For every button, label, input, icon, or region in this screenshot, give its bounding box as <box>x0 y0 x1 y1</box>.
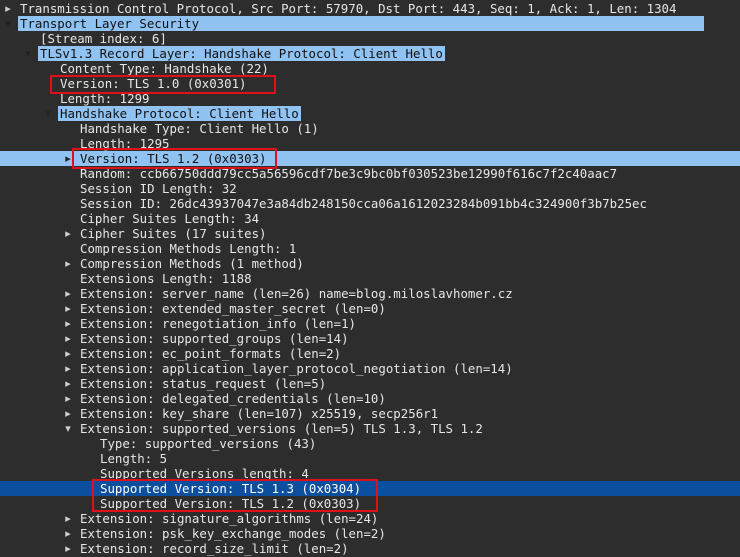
tree-row-content-type[interactable]: Content Type: Handshake (22) <box>0 61 740 76</box>
tree-row-label: TLSv1.3 Record Layer: Handshake Protocol… <box>38 46 445 61</box>
tree-row-label: Extension: signature_algorithms (len=24) <box>80 511 379 526</box>
tree-row-label: Compression Methods Length: 1 <box>80 241 297 256</box>
tree-row-handshake-protocol[interactable]: Handshake Protocol: Client Hello <box>0 106 740 121</box>
tree-row-label: Extension: supported_versions (len=5) TL… <box>80 421 483 436</box>
tree-row-ext-signature-algorithms[interactable]: Extension: signature_algorithms (len=24) <box>0 511 740 526</box>
tree-row-compression-methods-length[interactable]: Compression Methods Length: 1 <box>0 241 740 256</box>
expand-arrow-icon[interactable] <box>62 541 74 556</box>
tree-row-label: Length: 1295 <box>80 136 170 151</box>
tree-row-ext-extended-master-secret[interactable]: Extension: extended_master_secret (len=0… <box>0 301 740 316</box>
expand-arrow-icon[interactable] <box>62 286 74 301</box>
expand-arrow-icon[interactable] <box>62 511 74 526</box>
tree-row-label: Transport Layer Security <box>18 16 705 31</box>
expand-arrow-icon[interactable] <box>62 256 74 271</box>
tree-row-label: Extension: application_layer_protocol_ne… <box>80 361 513 376</box>
tree-row-ext-key-share[interactable]: Extension: key_share (len=107) x25519, s… <box>0 406 740 421</box>
tree-row-ext-ec-point-formats[interactable]: Extension: ec_point_formats (len=2) <box>0 346 740 361</box>
expand-arrow-icon[interactable] <box>62 406 74 421</box>
tree-row-session-id[interactable]: Session ID: 26dc43937047e3a84db248150cca… <box>0 196 740 211</box>
tree-row-ext-delegated-credentials[interactable]: Extension: delegated_credentials (len=10… <box>0 391 740 406</box>
expand-arrow-icon[interactable] <box>62 361 74 376</box>
tree-row-label: Type: supported_versions (43) <box>100 436 317 451</box>
expand-arrow-icon[interactable] <box>62 346 74 361</box>
expand-arrow-icon[interactable] <box>2 1 14 16</box>
collapse-arrow-icon[interactable] <box>62 421 74 436</box>
tree-row-random[interactable]: Random: ccb66750ddd79cc5a56596cdf7be3c9b… <box>0 166 740 181</box>
tree-row-label: Version: TLS 1.2 (0x0303) <box>80 151 267 166</box>
tree-row-label: Transmission Control Protocol, Src Port:… <box>20 1 677 16</box>
tree-row-supported-version-tls13[interactable]: Supported Version: TLS 1.3 (0x0304) <box>0 481 740 496</box>
tree-row-label: Extensions Length: 1188 <box>80 271 252 286</box>
tree-row-handshake-length[interactable]: Length: 1295 <box>0 136 740 151</box>
tree-row-sv-type[interactable]: Type: supported_versions (43) <box>0 436 740 451</box>
tree-row-label: Extension: extended_master_secret (len=0… <box>80 301 386 316</box>
expand-arrow-icon[interactable] <box>62 526 74 541</box>
tree-row-label: Length: 1299 <box>60 91 150 106</box>
tree-row-label: Handshake Type: Client Hello (1) <box>80 121 319 136</box>
tree-row-label: Extension: renegotiation_info (len=1) <box>80 316 357 331</box>
tree-row-supported-version-tls12[interactable]: Supported Version: TLS 1.2 (0x0303) <box>0 496 740 511</box>
tree-row-label: Extension: ec_point_formats (len=2) <box>80 346 342 361</box>
tree-row-cipher-suites-length[interactable]: Cipher Suites Length: 34 <box>0 211 740 226</box>
tree-row-label: Extension: psk_key_exchange_modes (len=2… <box>80 526 386 541</box>
tree-row-cipher-suites[interactable]: Cipher Suites (17 suites) <box>0 226 740 241</box>
tree-row-label: Supported Version: TLS 1.2 (0x0303) <box>100 496 362 511</box>
tree-row-label: Extension: record_size_limit (len=2) <box>80 541 349 556</box>
expand-arrow-icon[interactable] <box>62 301 74 316</box>
tree-row-record-version[interactable]: Version: TLS 1.0 (0x0301) <box>0 76 740 91</box>
tree-row-label: Extension: delegated_credentials (len=10… <box>80 391 386 406</box>
tree-row-record-layer[interactable]: TLSv1.3 Record Layer: Handshake Protocol… <box>0 46 740 61</box>
tree-row-handshake-version[interactable]: Version: TLS 1.2 (0x0303) <box>0 151 740 166</box>
expand-arrow-icon[interactable] <box>62 376 74 391</box>
tree-row-sv-versions-length[interactable]: Supported Versions length: 4 <box>0 466 740 481</box>
tree-row-extensions-length[interactable]: Extensions Length: 1188 <box>0 271 740 286</box>
tree-row-label: Cipher Suites Length: 34 <box>80 211 260 226</box>
tree-row-label: Extension: supported_groups (len=14) <box>80 331 349 346</box>
tree-row-compression-methods[interactable]: Compression Methods (1 method) <box>0 256 740 271</box>
tree-row-sv-length[interactable]: Length: 5 <box>0 451 740 466</box>
tree-row-tls[interactable]: Transport Layer Security <box>0 16 740 31</box>
tree-row-label: Supported Versions length: 4 <box>100 466 309 481</box>
tree-row-record-length[interactable]: Length: 1299 <box>0 91 740 106</box>
tree-row-label: Compression Methods (1 method) <box>80 256 304 271</box>
collapse-arrow-icon[interactable] <box>42 106 54 121</box>
tree-row-label: Length: 5 <box>100 451 168 466</box>
tree-row-label: Extension: server_name (len=26) name=blo… <box>80 286 513 301</box>
packet-details-tree: Transmission Control Protocol, Src Port:… <box>0 1 740 556</box>
tree-row-label: [Stream index: 6] <box>40 31 167 46</box>
tree-row-label: Session ID Length: 32 <box>80 181 237 196</box>
tree-row-ext-server-name[interactable]: Extension: server_name (len=26) name=blo… <box>0 286 740 301</box>
tree-row-ext-record-size-limit[interactable]: Extension: record_size_limit (len=2) <box>0 541 740 556</box>
tree-row-ext-supported-groups[interactable]: Extension: supported_groups (len=14) <box>0 331 740 346</box>
tree-row-stream-index[interactable]: [Stream index: 6] <box>0 31 740 46</box>
collapse-arrow-icon[interactable] <box>2 16 14 31</box>
tree-row-ext-status-request[interactable]: Extension: status_request (len=5) <box>0 376 740 391</box>
expand-arrow-icon[interactable] <box>62 331 74 346</box>
tree-row-session-id-length[interactable]: Session ID Length: 32 <box>0 181 740 196</box>
tree-row-ext-renegotiation-info[interactable]: Extension: renegotiation_info (len=1) <box>0 316 740 331</box>
tree-row-label: Extension: key_share (len=107) x25519, s… <box>80 406 439 421</box>
tree-row-ext-alpn[interactable]: Extension: application_layer_protocol_ne… <box>0 361 740 376</box>
expand-arrow-icon[interactable] <box>62 226 74 241</box>
tree-row-label: Extension: status_request (len=5) <box>80 376 327 391</box>
expand-arrow-icon[interactable] <box>62 391 74 406</box>
tree-row-label: Session ID: 26dc43937047e3a84db248150cca… <box>80 196 647 211</box>
tree-row-ext-supported-versions[interactable]: Extension: supported_versions (len=5) TL… <box>0 421 740 436</box>
collapse-arrow-icon[interactable] <box>22 46 34 61</box>
tree-row-label: Random: ccb66750ddd79cc5a56596cdf7be3c9b… <box>80 166 618 181</box>
expand-arrow-icon[interactable] <box>62 316 74 331</box>
tree-row-label: Supported Version: TLS 1.3 (0x0304) <box>100 481 362 496</box>
tree-row-handshake-type[interactable]: Handshake Type: Client Hello (1) <box>0 121 740 136</box>
tree-row-tcp[interactable]: Transmission Control Protocol, Src Port:… <box>0 1 740 16</box>
tree-row-label: Cipher Suites (17 suites) <box>80 226 267 241</box>
tree-row-label: Handshake Protocol: Client Hello <box>58 106 301 121</box>
tree-row-label: Version: TLS 1.0 (0x0301) <box>60 76 247 91</box>
expand-arrow-icon[interactable] <box>62 151 74 166</box>
tree-row-ext-psk-key-exchange-modes[interactable]: Extension: psk_key_exchange_modes (len=2… <box>0 526 740 541</box>
tree-row-label: Content Type: Handshake (22) <box>60 61 269 76</box>
